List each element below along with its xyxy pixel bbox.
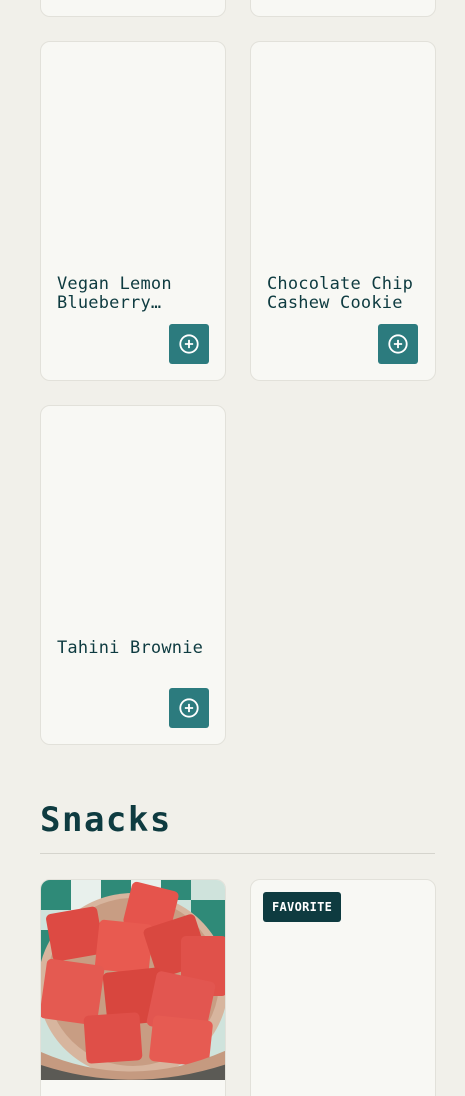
plus-circle-icon (179, 334, 199, 354)
product-title: Vegan Lemon Blueberry… (57, 274, 172, 313)
product-card-partial[interactable] (40, 0, 226, 17)
favorite-badge: FAVORITE (263, 892, 342, 922)
add-to-cart-button[interactable] (169, 688, 209, 728)
plus-circle-icon (179, 698, 199, 718)
snack-card[interactable] (40, 879, 226, 1096)
plus-circle-icon (388, 334, 408, 354)
add-to-cart-button[interactable] (169, 324, 209, 364)
watermelon-image (41, 880, 225, 1080)
product-card[interactable]: Vegan Lemon Blueberry… (40, 41, 226, 381)
product-title: Chocolate Chip Cashew Cookie (267, 274, 414, 313)
product-card[interactable]: Chocolate Chip Cashew Cookie (250, 41, 436, 381)
section-divider (40, 853, 435, 854)
add-to-cart-button[interactable] (378, 324, 418, 364)
product-title: Tahini Brownie (57, 638, 204, 658)
product-card-partial[interactable] (250, 0, 436, 17)
snack-card[interactable]: FAVORITE (250, 879, 436, 1096)
section-title: Snacks (40, 800, 172, 840)
product-card[interactable]: Tahini Brownie (40, 405, 226, 745)
